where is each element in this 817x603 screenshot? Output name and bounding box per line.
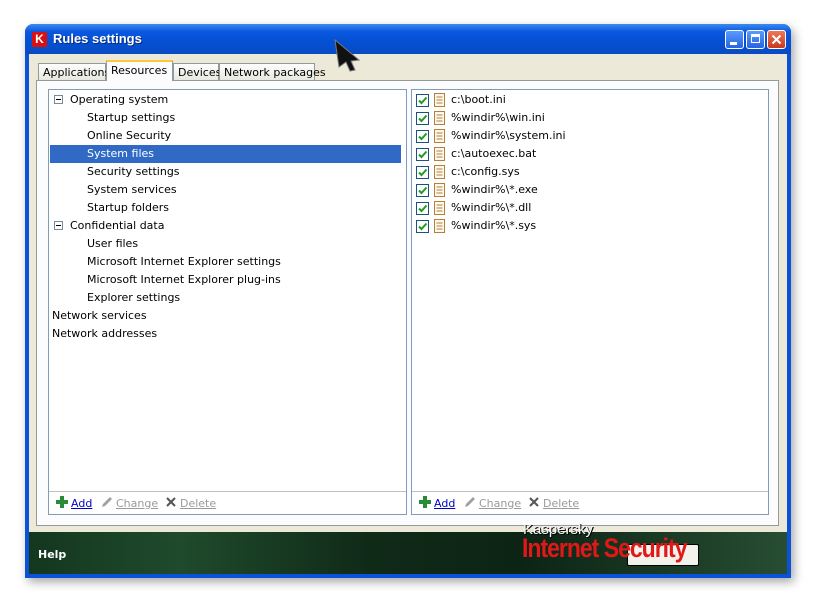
change-button[interactable]: Change: [101, 496, 158, 510]
file-icon: [434, 129, 445, 143]
checkmark-icon: [418, 132, 428, 141]
checkmark-icon: [418, 186, 428, 195]
checkbox[interactable]: [416, 220, 429, 233]
checkmark-icon: [418, 96, 428, 105]
checkmark-icon: [418, 114, 428, 123]
dialog-client-area: Applications Resources Devices Network p…: [29, 54, 787, 532]
minimize-button[interactable]: [725, 30, 744, 49]
file-list-item[interactable]: %windir%\system.ini: [413, 127, 767, 145]
checkbox[interactable]: [416, 112, 429, 125]
plus-icon: [56, 496, 68, 508]
maximize-icon: [751, 34, 760, 43]
checkmark-icon: [418, 222, 428, 231]
file-list-item[interactable]: %windir%\*.dll: [413, 199, 767, 217]
file-icon: [434, 219, 445, 233]
tree-item-ie-settings[interactable]: Microsoft Internet Explorer settings: [50, 253, 405, 271]
file-icon: [434, 93, 445, 107]
tab-devices[interactable]: Devices: [173, 63, 221, 80]
file-list-item[interactable]: %windir%\*.sys: [413, 217, 767, 235]
tab-applications[interactable]: Applications: [38, 63, 110, 80]
dialog-footer: Help Kaspersky Internet Security: [29, 521, 787, 574]
tree-item-network-addresses[interactable]: Network addresses: [50, 325, 405, 343]
delete-x-icon: [166, 497, 176, 507]
tree-actions-bar: Add Change Delete: [49, 491, 406, 514]
kaspersky-k-icon: K: [32, 32, 47, 47]
file-icon: [434, 147, 445, 161]
add-file-button[interactable]: Add: [419, 496, 455, 510]
checkbox[interactable]: [416, 184, 429, 197]
file-path: %windir%\*.exe: [451, 183, 538, 196]
tree-item-network-services[interactable]: Network services: [50, 307, 405, 325]
tab-resources[interactable]: Resources: [106, 60, 173, 81]
tab-network-packages[interactable]: Network packages: [219, 63, 326, 80]
file-path: %windir%\*.dll: [451, 201, 532, 214]
delete-button[interactable]: Delete: [165, 496, 216, 510]
resource-tree-pane: Operating system Startup settings Online…: [48, 89, 407, 515]
file-path: %windir%\*.sys: [451, 219, 537, 232]
tree-item-startup-folders[interactable]: Startup folders: [50, 199, 405, 217]
add-button[interactable]: Add: [56, 496, 92, 510]
file-list-pane: c:\boot.ini %windir%\win.ini %windir%\syst…: [411, 89, 769, 515]
change-file-button[interactable]: Change: [464, 496, 521, 510]
checkmark-icon: [418, 168, 428, 177]
tree-item-confidential-data[interactable]: Confidential data: [50, 217, 405, 235]
checkmark-icon: [418, 150, 428, 159]
tree-item-user-files[interactable]: User files: [50, 235, 405, 253]
tree-item-online-security[interactable]: Online Security: [50, 127, 405, 145]
close-button[interactable]: [767, 30, 786, 49]
window-title: Rules settings: [53, 31, 142, 46]
file-icon: [434, 111, 445, 125]
rules-settings-window: K Rules settings Applications Resources …: [25, 24, 791, 578]
checkbox[interactable]: [416, 130, 429, 143]
file-path: %windir%\system.ini: [451, 129, 566, 142]
tree-item-system-services[interactable]: System services: [50, 181, 405, 199]
tree-item-operating-system[interactable]: Operating system: [50, 91, 405, 109]
checkbox[interactable]: [416, 94, 429, 107]
collapse-icon[interactable]: [54, 221, 63, 230]
tree-item-startup-settings[interactable]: Startup settings: [50, 109, 405, 127]
file-path: c:\boot.ini: [451, 93, 506, 106]
delete-x-icon: [529, 497, 539, 507]
checkbox[interactable]: [416, 148, 429, 161]
file-list-item[interactable]: c:\config.sys: [413, 163, 767, 181]
checkbox[interactable]: [416, 166, 429, 179]
minimize-icon: [730, 42, 737, 45]
file-icon: [434, 201, 445, 215]
delete-file-button[interactable]: Delete: [528, 496, 579, 510]
brand-internet-security: Internet Security: [522, 532, 687, 563]
checkbox[interactable]: [416, 202, 429, 215]
mouse-cursor-icon: [334, 38, 361, 72]
checkmark-icon: [418, 204, 428, 213]
pencil-icon: [465, 497, 475, 507]
help-link[interactable]: Help: [38, 548, 66, 561]
file-list-item[interactable]: %windir%\*.exe: [413, 181, 767, 199]
pencil-icon: [102, 497, 112, 507]
file-list-item[interactable]: c:\boot.ini: [413, 91, 767, 109]
file-path: %windir%\win.ini: [451, 111, 545, 124]
file-actions-bar: Add Change Delete: [412, 491, 768, 514]
tree-item-explorer-settings[interactable]: Explorer settings: [50, 289, 405, 307]
tree-item-security-settings[interactable]: Security settings: [50, 163, 405, 181]
tree-item-system-files[interactable]: System files: [50, 145, 401, 163]
file-list-item[interactable]: %windir%\win.ini: [413, 109, 767, 127]
file-path: c:\autoexec.bat: [451, 147, 537, 160]
resources-tab-panel: Operating system Startup settings Online…: [36, 80, 779, 526]
plus-icon: [419, 496, 431, 508]
collapse-icon[interactable]: [54, 95, 63, 104]
maximize-button[interactable]: [746, 30, 765, 49]
title-bar[interactable]: K Rules settings: [25, 24, 791, 54]
file-icon: [434, 165, 445, 179]
file-icon: [434, 183, 445, 197]
file-path: c:\config.sys: [451, 165, 520, 178]
tree-item-ie-plugins[interactable]: Microsoft Internet Explorer plug-ins: [50, 271, 405, 289]
close-icon: [771, 34, 782, 45]
file-list-item[interactable]: c:\autoexec.bat: [413, 145, 767, 163]
